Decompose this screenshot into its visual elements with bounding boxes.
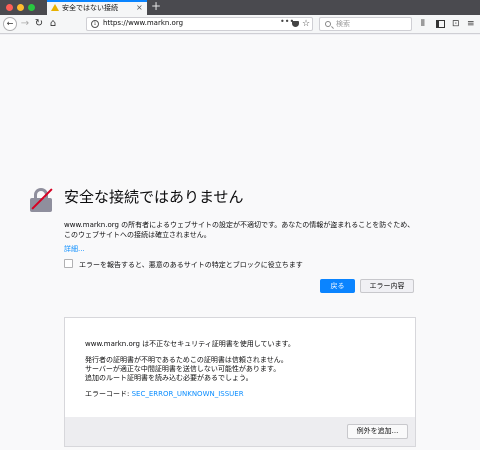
error-code-link[interactable]: SEC_ERROR_UNKNOWN_ISSUER bbox=[132, 390, 244, 398]
star-icon[interactable]: ☆ bbox=[302, 18, 310, 30]
error-page: 安全な接続ではありません www.markn.org の所有者によるウェブサイト… bbox=[0, 35, 480, 450]
error-description: www.markn.org の所有者によるウェブサイトの設定が不適切です。あなた… bbox=[64, 221, 415, 239]
error-code-line: エラーコード: SEC_ERROR_UNKNOWN_ISSUER bbox=[85, 389, 244, 399]
warning-icon bbox=[51, 4, 59, 11]
add-exception-button[interactable]: 例外を追加... bbox=[347, 424, 408, 439]
details-link[interactable]: 詳細... bbox=[64, 244, 85, 254]
go-back-button[interactable]: 戻る bbox=[320, 279, 355, 293]
hamburger-menu-icon[interactable]: ≡ bbox=[467, 18, 475, 30]
reload-icon[interactable]: ↻ bbox=[32, 17, 46, 31]
broken-lock-icon bbox=[30, 188, 53, 212]
details-text: 追加のルート証明書を読み込む必要があるでしょう。 bbox=[85, 374, 253, 382]
zoom-window-button[interactable] bbox=[28, 4, 35, 11]
forward-arrow-icon[interactable]: → bbox=[18, 17, 32, 31]
advanced-details-panel: www.markn.org は不正なセキュリティ証明書を使用しています。 発行者… bbox=[64, 317, 416, 447]
library-icon[interactable]: ⫴ bbox=[421, 18, 425, 30]
search-bar[interactable]: 検索 bbox=[319, 17, 412, 31]
panel-footer: 例外を追加... bbox=[65, 417, 415, 446]
new-tab-button[interactable]: + bbox=[151, 0, 161, 14]
report-error-label[interactable]: エラーを報告すると、悪意のあるサイトの特定とブロックに役立ちます bbox=[79, 260, 303, 270]
title-bar: 安全ではない接続 × + bbox=[0, 0, 480, 15]
search-placeholder[interactable]: 検索 bbox=[336, 19, 350, 29]
search-icon bbox=[325, 21, 331, 27]
close-icon[interactable]: × bbox=[136, 2, 143, 14]
minimize-window-button[interactable] bbox=[17, 4, 24, 11]
pocket-icon[interactable] bbox=[292, 21, 299, 27]
home-icon[interactable]: ⌂ bbox=[46, 17, 60, 31]
report-error-checkbox[interactable] bbox=[64, 259, 73, 268]
sync-icon[interactable]: ⊡ bbox=[452, 18, 460, 30]
navigation-toolbar: ← → ↻ ⌂ i https://www.markn.org ••• ☆ 検索… bbox=[0, 15, 480, 34]
info-icon[interactable]: i bbox=[91, 20, 99, 28]
advanced-button[interactable]: エラー内容 bbox=[360, 279, 414, 293]
error-code-label: エラーコード: bbox=[85, 390, 132, 398]
back-arrow-icon[interactable]: ← bbox=[3, 17, 17, 31]
url-text[interactable]: https://www.markn.org bbox=[103, 19, 183, 27]
sidebar-icon[interactable] bbox=[436, 20, 445, 28]
details-text: www.markn.org は不正なセキュリティ証明書を使用しています。 bbox=[85, 340, 295, 348]
close-window-button[interactable] bbox=[6, 4, 13, 11]
error-title: 安全な接続ではありません bbox=[64, 188, 244, 206]
tab-title: 安全ではない接続 bbox=[62, 4, 118, 12]
url-bar[interactable]: i https://www.markn.org ••• ☆ bbox=[86, 17, 313, 31]
tab-insecure-connection[interactable]: 安全ではない接続 × bbox=[47, 0, 147, 15]
